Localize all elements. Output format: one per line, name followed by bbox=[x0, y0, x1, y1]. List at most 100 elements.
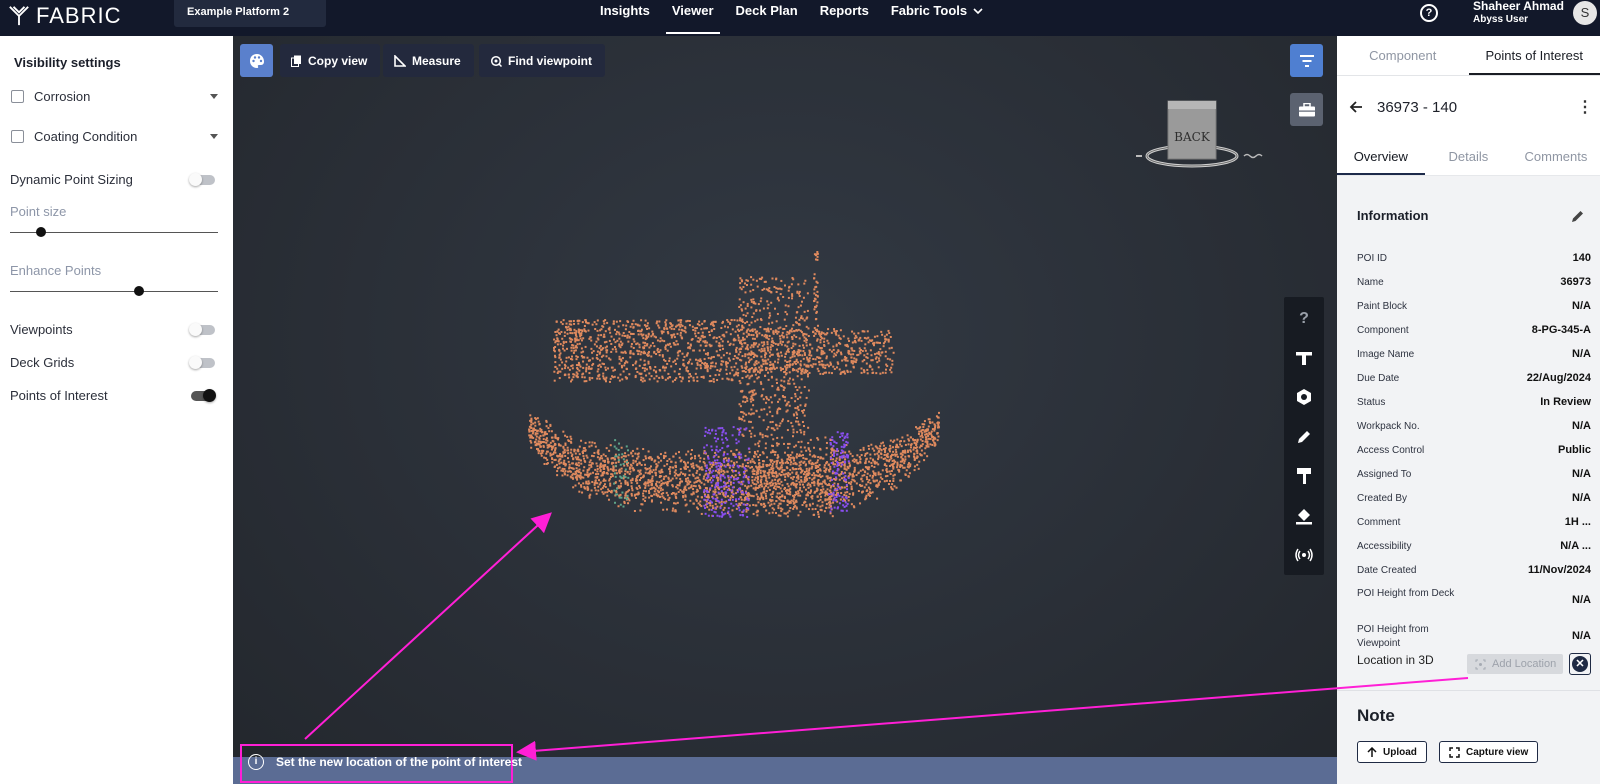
cancel-location-button[interactable]: ✕ bbox=[1569, 653, 1591, 675]
measure-button[interactable]: Measure bbox=[383, 44, 474, 77]
hexagon-icon[interactable] bbox=[1294, 387, 1314, 407]
poi-header: 36973 - 140 ⋮ bbox=[1349, 96, 1593, 118]
nav-viewer[interactable]: Viewer bbox=[665, 0, 720, 34]
chevron-down-icon[interactable] bbox=[210, 134, 218, 139]
fabric-logo-icon bbox=[9, 6, 29, 26]
measure-label: Measure bbox=[412, 53, 461, 68]
nav-deck-plan[interactable]: Deck Plan bbox=[736, 0, 798, 34]
nav-deck-plan-label: Deck Plan bbox=[735, 3, 798, 18]
coating-condition-label: Coating Condition bbox=[34, 129, 138, 144]
info-row-key: Name bbox=[1357, 277, 1384, 288]
tab-points-of-interest[interactable]: Points of Interest bbox=[1468, 36, 1600, 75]
info-row-key: Date Created bbox=[1357, 565, 1417, 576]
location-target-icon bbox=[1475, 659, 1486, 669]
dynamic-point-sizing-toggle[interactable] bbox=[189, 172, 215, 186]
poi-title: 36973 - 140 bbox=[1377, 98, 1458, 116]
info-row-key: POI ID bbox=[1357, 253, 1388, 264]
corrosion-filter[interactable]: Corrosion bbox=[11, 89, 218, 104]
fabric-logo[interactable]: FABRIC bbox=[8, 0, 121, 32]
help-icon[interactable]: ? bbox=[1420, 4, 1438, 22]
visibility-settings-panel: Visibility settings Corrosion Coating Co… bbox=[0, 36, 233, 784]
user-info[interactable]: Shaheer Ahmad Abyss User bbox=[1473, 0, 1564, 26]
tab-component[interactable]: Component bbox=[1337, 36, 1469, 75]
enhance-points-slider[interactable] bbox=[10, 286, 218, 296]
viewpoints-toggle[interactable] bbox=[189, 322, 215, 336]
chevron-down-icon[interactable] bbox=[210, 94, 218, 99]
help-icon[interactable]: ? bbox=[1294, 309, 1314, 329]
3d-viewer[interactable]: Copy view Measure Find viewpoint BACK ? bbox=[233, 36, 1337, 784]
info-row-key: Comment bbox=[1357, 517, 1401, 528]
info-message: i Set the new location of the point of i… bbox=[248, 748, 522, 776]
upload-label: Upload bbox=[1383, 746, 1417, 758]
point-size-label: Point size bbox=[10, 204, 67, 219]
nav-insights[interactable]: Insights bbox=[600, 0, 650, 34]
nav-reports-label: Reports bbox=[819, 3, 869, 18]
nav-fabric-tools[interactable]: Fabric Tools bbox=[891, 0, 983, 34]
edit-icon[interactable] bbox=[1571, 209, 1585, 223]
nav-insights-label: Insights bbox=[600, 3, 650, 18]
paint-bucket-icon[interactable] bbox=[1294, 506, 1314, 526]
toolbox-button[interactable] bbox=[1290, 93, 1323, 126]
info-row-value: 36973 bbox=[1560, 276, 1591, 288]
information-title: Information bbox=[1357, 208, 1429, 223]
info-row-value: Public bbox=[1557, 444, 1591, 456]
add-location-button[interactable]: Add Location bbox=[1467, 654, 1563, 674]
search-location-icon bbox=[490, 55, 502, 67]
upload-icon bbox=[1367, 746, 1377, 757]
info-row-value: 22/Aug/2024 bbox=[1526, 372, 1591, 384]
tab-comments[interactable]: Comments bbox=[1512, 138, 1600, 175]
platform-selector[interactable]: Example Platform 2 bbox=[174, 0, 326, 27]
view-cube[interactable]: BACK bbox=[1128, 96, 1268, 176]
text-tool-icon[interactable] bbox=[1294, 348, 1314, 368]
nav-reports[interactable]: Reports bbox=[820, 0, 869, 34]
close-icon: ✕ bbox=[1572, 656, 1588, 672]
annotation-tools-bar: ? bbox=[1284, 297, 1324, 575]
chevron-down-icon bbox=[973, 8, 983, 15]
coating-condition-filter[interactable]: Coating Condition bbox=[11, 129, 218, 144]
cube-back-label: BACK bbox=[1174, 130, 1211, 144]
info-row-key: Accessibility bbox=[1357, 541, 1412, 552]
viewpoints-label: Viewpoints bbox=[10, 322, 73, 337]
capture-view-label: Capture view bbox=[1466, 746, 1529, 758]
find-viewpoint-button[interactable]: Find viewpoint bbox=[479, 44, 605, 77]
points-of-interest-label: Points of Interest bbox=[10, 388, 108, 403]
info-row-key: Status bbox=[1357, 397, 1386, 408]
main-nav: Insights Viewer Deck Plan Reports Fabric… bbox=[600, 0, 1005, 36]
pencil-icon[interactable] bbox=[1294, 427, 1314, 447]
roller-icon[interactable] bbox=[1294, 466, 1314, 486]
back-arrow-icon[interactable] bbox=[1349, 100, 1363, 114]
info-row-value: N/A bbox=[1572, 420, 1591, 432]
deck-grids-toggle[interactable] bbox=[189, 355, 215, 369]
nav-viewer-label: Viewer bbox=[671, 3, 714, 18]
coating-condition-checkbox[interactable] bbox=[11, 130, 24, 143]
user-role: Abyss User bbox=[1473, 14, 1529, 25]
corrosion-checkbox[interactable] bbox=[11, 90, 24, 103]
info-row-key: Assigned To bbox=[1357, 469, 1412, 480]
upload-button[interactable]: Upload bbox=[1357, 741, 1427, 763]
point-size-slider-thumb[interactable] bbox=[36, 227, 47, 237]
info-row-key: Access Control bbox=[1357, 445, 1425, 456]
tab-overview[interactable]: Overview bbox=[1337, 138, 1425, 175]
copy-view-label: Copy view bbox=[308, 53, 368, 68]
broadcast-icon[interactable] bbox=[1294, 545, 1314, 565]
palette-icon bbox=[249, 53, 264, 68]
dynamic-point-sizing-row: Dynamic Point Sizing bbox=[10, 172, 215, 187]
info-row-key: Created By bbox=[1357, 493, 1408, 504]
top-navigation-bar: FABRIC Example Platform 2 Insights Viewe… bbox=[0, 0, 1600, 36]
avatar[interactable]: S bbox=[1573, 1, 1597, 25]
points-of-interest-toggle[interactable] bbox=[191, 388, 216, 402]
more-options-icon[interactable]: ⋮ bbox=[1577, 97, 1593, 117]
enhance-points-slider-thumb[interactable] bbox=[133, 286, 144, 296]
poi-subtabs: Overview Details Comments bbox=[1337, 138, 1600, 176]
copy-icon bbox=[291, 55, 301, 67]
capture-view-button[interactable]: Capture view bbox=[1439, 741, 1539, 763]
info-message-text: Set the new location of the point of int… bbox=[276, 755, 523, 769]
filter-button[interactable] bbox=[1290, 44, 1323, 77]
palette-button[interactable] bbox=[240, 44, 273, 77]
info-row-key: Workpack No. bbox=[1357, 421, 1420, 432]
viewpoints-row: Viewpoints bbox=[10, 322, 215, 337]
copy-view-button[interactable]: Copy view bbox=[280, 44, 381, 77]
tab-details[interactable]: Details bbox=[1425, 138, 1513, 175]
point-size-slider[interactable] bbox=[10, 227, 218, 237]
details-panel: Component Points of Interest 36973 - 140… bbox=[1337, 36, 1600, 784]
